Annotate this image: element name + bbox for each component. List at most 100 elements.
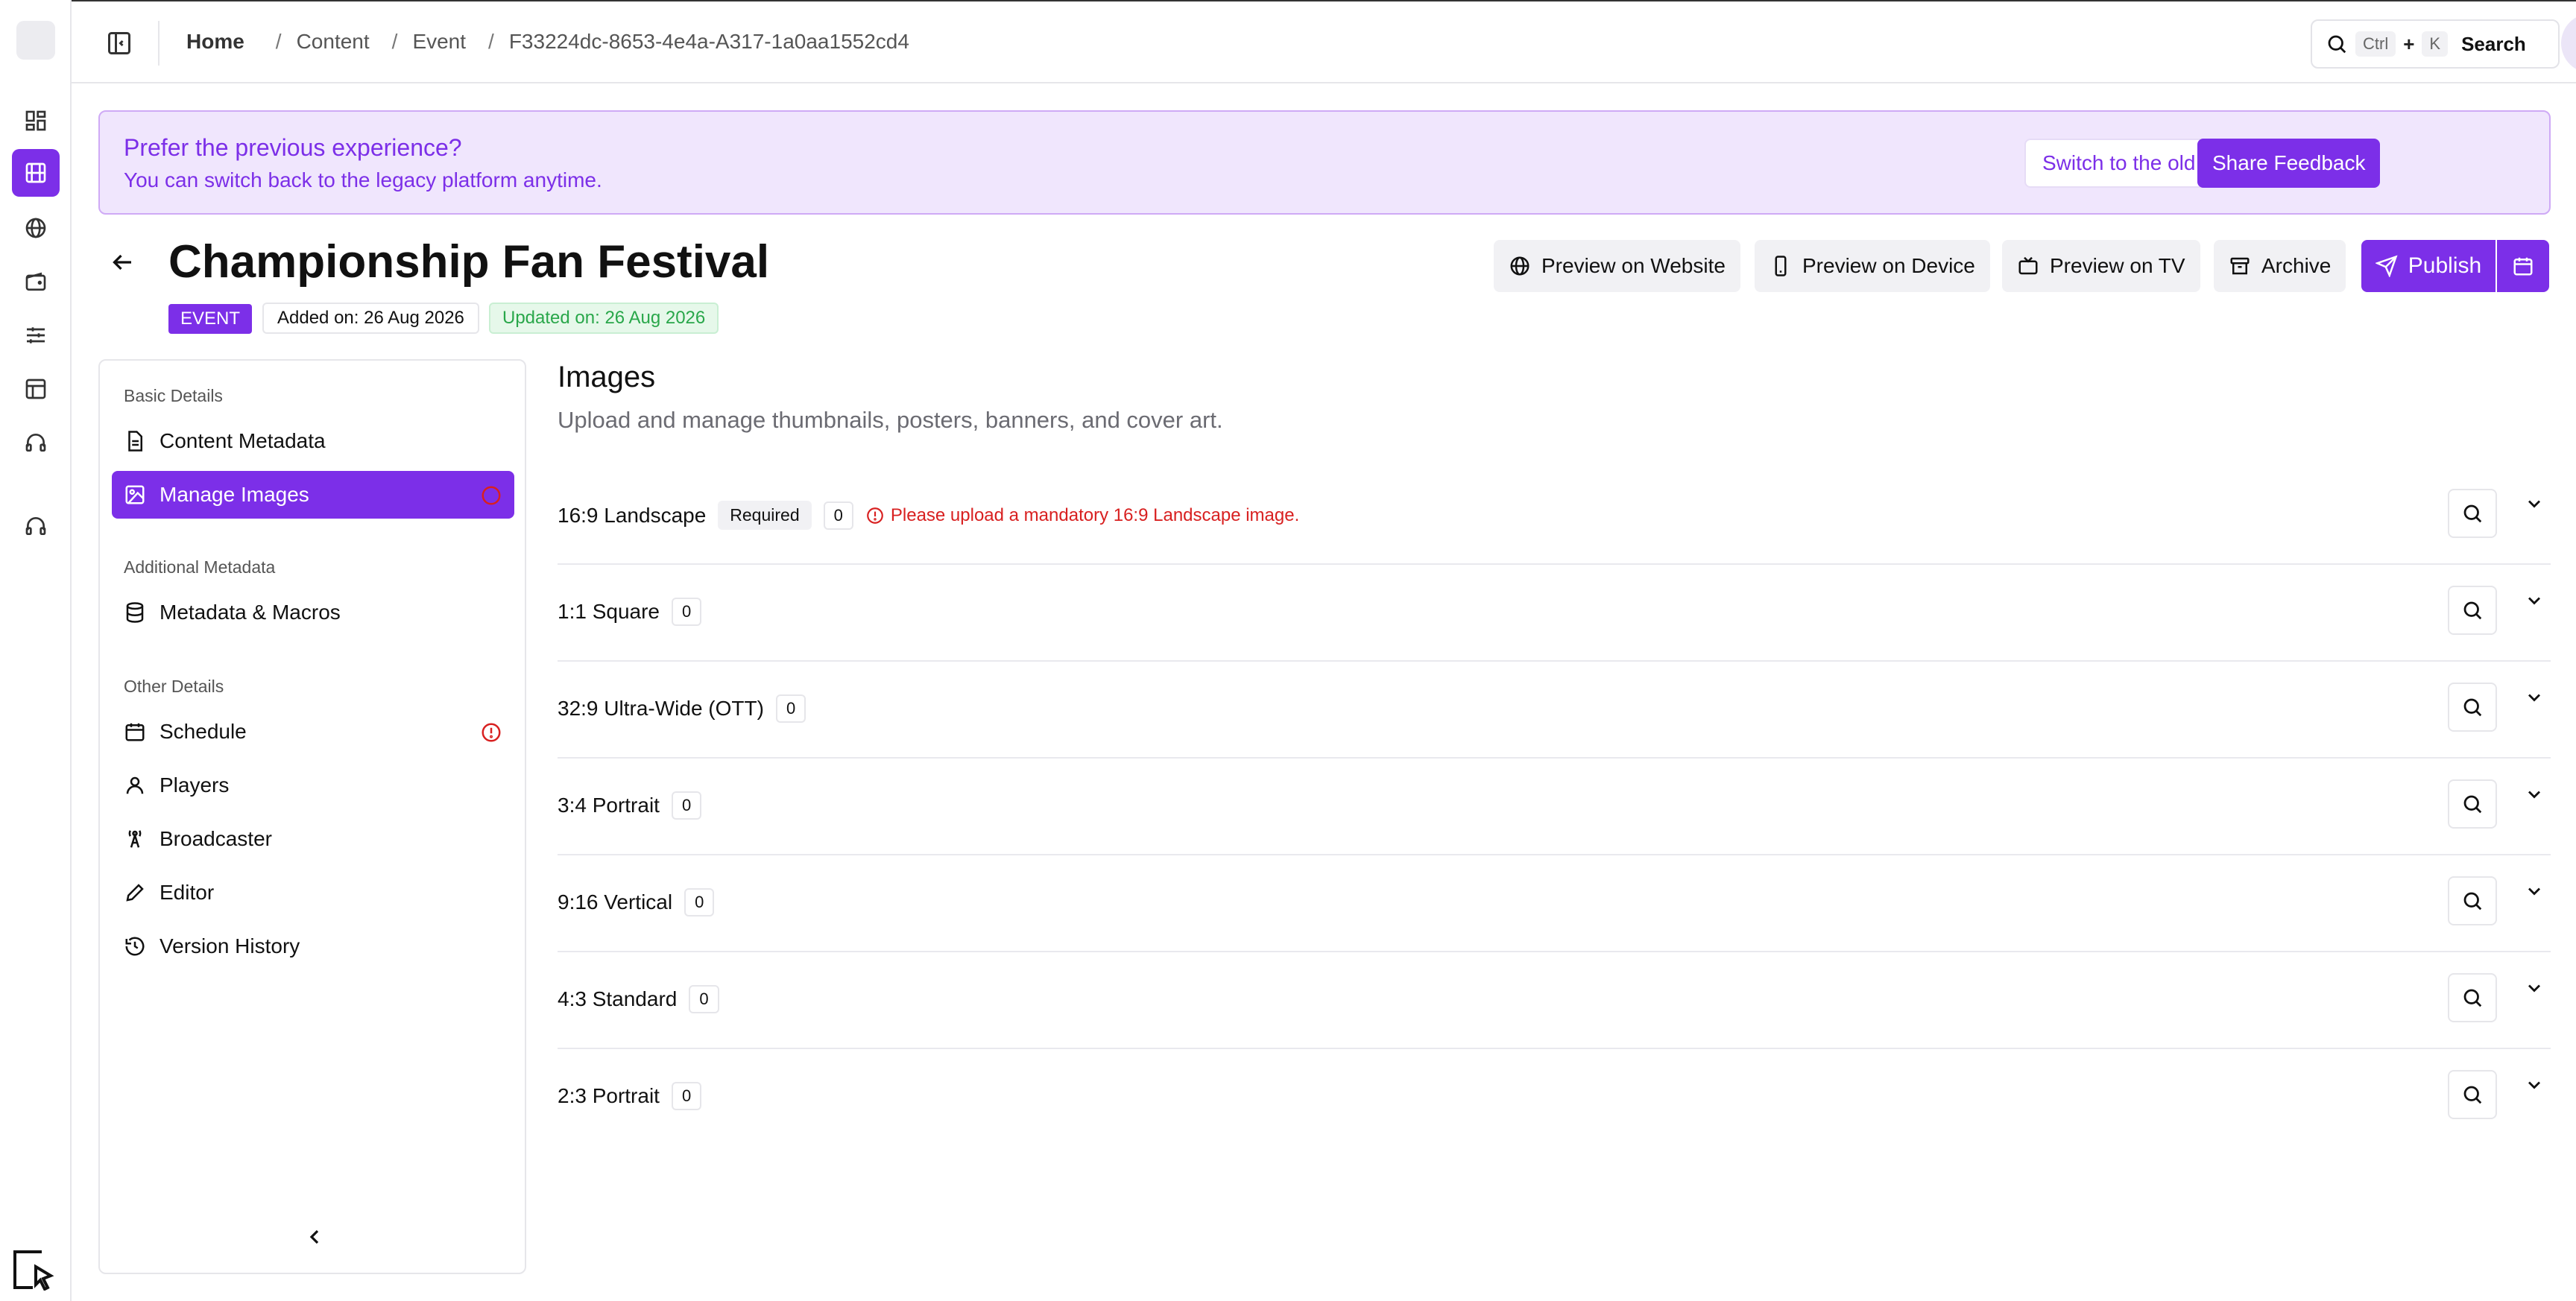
banner-title: Prefer the previous experience? <box>124 134 462 161</box>
image-row-2-3[interactable]: 2:3 Portrait 0 <box>558 1049 2551 1146</box>
alert-icon <box>482 723 501 742</box>
sidebar-toggle-icon[interactable] <box>106 30 133 57</box>
nav-label: Content Metadata <box>160 429 326 452</box>
row-label: 9:16 Vertical <box>558 890 673 914</box>
nav-broadcaster[interactable]: Broadcaster <box>112 815 514 863</box>
preview-device-button[interactable]: Preview on Device <box>1755 240 1990 292</box>
image-row-1-1[interactable]: 1:1 Square 0 <box>558 565 2551 662</box>
nav-label: Schedule <box>160 720 247 743</box>
row-search-button[interactable] <box>2448 683 2497 732</box>
row-label: 2:3 Portrait <box>558 1084 660 1107</box>
chevron-down-icon[interactable] <box>2524 687 2545 708</box>
preview-website-button[interactable]: Preview on Website <box>1494 240 1740 292</box>
image-row-16-9[interactable]: 16:9 Landscape Required 0 Please upload … <box>558 468 2551 565</box>
share-feedback-button[interactable]: Share Feedback <box>2197 139 2381 188</box>
wallet-nav-icon[interactable] <box>12 258 60 306</box>
calendar-icon <box>125 723 145 741</box>
avatar[interactable]: GS <box>2561 13 2576 73</box>
publish-button[interactable]: Publish <box>2361 240 2496 292</box>
count-badge: 0 <box>689 985 719 1013</box>
row-label: 4:3 Standard <box>558 987 678 1010</box>
collapse-sidebar-icon[interactable] <box>303 1225 326 1249</box>
breadcrumb-content[interactable]: Content <box>297 30 370 54</box>
chevron-down-icon[interactable] <box>2524 590 2545 611</box>
breadcrumb-separator: / <box>275 30 282 53</box>
section-title-other: Other Details <box>124 677 224 696</box>
back-arrow-icon[interactable] <box>109 249 136 276</box>
preview-tv-button[interactable]: Preview on TV <box>2002 240 2200 292</box>
layout-nav-icon[interactable] <box>12 365 60 413</box>
publish-label: Publish <box>2408 253 2482 278</box>
search-icon <box>2328 35 2346 54</box>
shortcut-k: K <box>2422 31 2449 57</box>
calendar-icon <box>2513 257 2533 276</box>
preview-website-label: Preview on Website <box>1541 254 1726 277</box>
nav-editor[interactable]: Editor <box>112 869 514 917</box>
count-badge: 0 <box>671 791 702 820</box>
row-search-button[interactable] <box>2448 586 2497 635</box>
support-nav-icon[interactable] <box>12 502 60 550</box>
search-button[interactable]: Ctrl + K Search <box>2311 19 2560 69</box>
count-badge: 0 <box>684 888 715 917</box>
required-badge: Required <box>718 501 812 530</box>
send-icon <box>2375 255 2398 277</box>
row-search-button[interactable] <box>2448 1070 2497 1119</box>
breadcrumb-separator: / <box>488 30 494 53</box>
chevron-down-icon[interactable] <box>2524 1074 2545 1095</box>
schedule-publish-button[interactable] <box>2497 240 2549 292</box>
nav-label: Version History <box>160 934 300 957</box>
chevron-down-icon[interactable] <box>2524 784 2545 805</box>
nav-content-metadata[interactable]: Content Metadata <box>112 417 514 465</box>
error-message: Please upload a mandatory 16:9 Landscape… <box>865 505 1299 526</box>
shortcut-plus: + <box>2403 32 2415 55</box>
breadcrumb-home[interactable]: Home <box>186 30 244 54</box>
nav-players[interactable]: Players <box>112 762 514 809</box>
legacy-banner: Prefer the previous experience? You can … <box>98 110 2551 215</box>
page-title: Championship Fan Festival <box>168 236 770 288</box>
nav-version-history[interactable]: Version History <box>112 922 514 970</box>
breadcrumb-event[interactable]: Event <box>412 30 466 54</box>
image-icon <box>125 485 145 504</box>
archive-button[interactable]: Archive <box>2214 240 2346 292</box>
chevron-down-icon[interactable] <box>2524 881 2545 902</box>
nav-label: Players <box>160 773 230 797</box>
dashboard-nav-icon[interactable] <box>12 97 60 145</box>
chevron-down-icon[interactable] <box>2524 493 2545 514</box>
image-row-9-16[interactable]: 9:16 Vertical 0 <box>558 855 2551 952</box>
content-nav-icon[interactable] <box>12 149 60 197</box>
chevron-down-icon[interactable] <box>2524 978 2545 998</box>
section-title-additional: Additional Metadata <box>124 557 276 577</box>
top-bar: Home / Content / Event / F33224dc-8653-4… <box>72 0 2576 83</box>
app-logo[interactable] <box>16 21 55 60</box>
row-search-button[interactable] <box>2448 876 2497 925</box>
alert-icon <box>482 486 501 505</box>
user-icon <box>126 776 144 794</box>
globe-nav-icon[interactable] <box>12 204 60 252</box>
error-text: Please upload a mandatory 16:9 Landscape… <box>890 504 1300 525</box>
image-row-32-9[interactable]: 32:9 Ultra-Wide (OTT) 0 <box>558 662 2551 759</box>
headphones-nav-icon[interactable] <box>12 419 60 466</box>
archive-label: Archive <box>2261 254 2332 277</box>
breadcrumb-id: F33224dc-8653-4e4a-A317-1a0aa1552cd4 <box>508 30 909 53</box>
updated-date-badge: Updated on: 26 Aug 2026 <box>489 303 719 334</box>
search-icon <box>2463 1086 2482 1104</box>
nav-metadata-macros[interactable]: Metadata & Macros <box>112 589 514 636</box>
row-search-button[interactable] <box>2448 779 2497 829</box>
select-tool-icon[interactable] <box>12 1249 57 1291</box>
alert-icon <box>867 507 883 524</box>
database-icon <box>126 602 144 623</box>
image-row-4-3[interactable]: 4:3 Standard 0 <box>558 952 2551 1049</box>
nav-manage-images[interactable]: Manage Images <box>112 471 514 519</box>
tower-icon <box>128 830 142 848</box>
row-search-button[interactable] <box>2448 489 2497 538</box>
count-badge: 0 <box>823 501 853 530</box>
search-icon <box>2463 504 2482 523</box>
preview-device-label: Preview on Device <box>1802 254 1975 277</box>
search-icon <box>2463 601 2482 620</box>
row-search-button[interactable] <box>2448 973 2497 1022</box>
nav-schedule[interactable]: Schedule <box>112 708 514 756</box>
nav-label: Manage Images <box>160 483 309 506</box>
image-row-3-4[interactable]: 3:4 Portrait 0 <box>558 759 2551 855</box>
sliders-nav-icon[interactable] <box>12 311 60 359</box>
shortcut-ctrl: Ctrl <box>2355 31 2396 57</box>
